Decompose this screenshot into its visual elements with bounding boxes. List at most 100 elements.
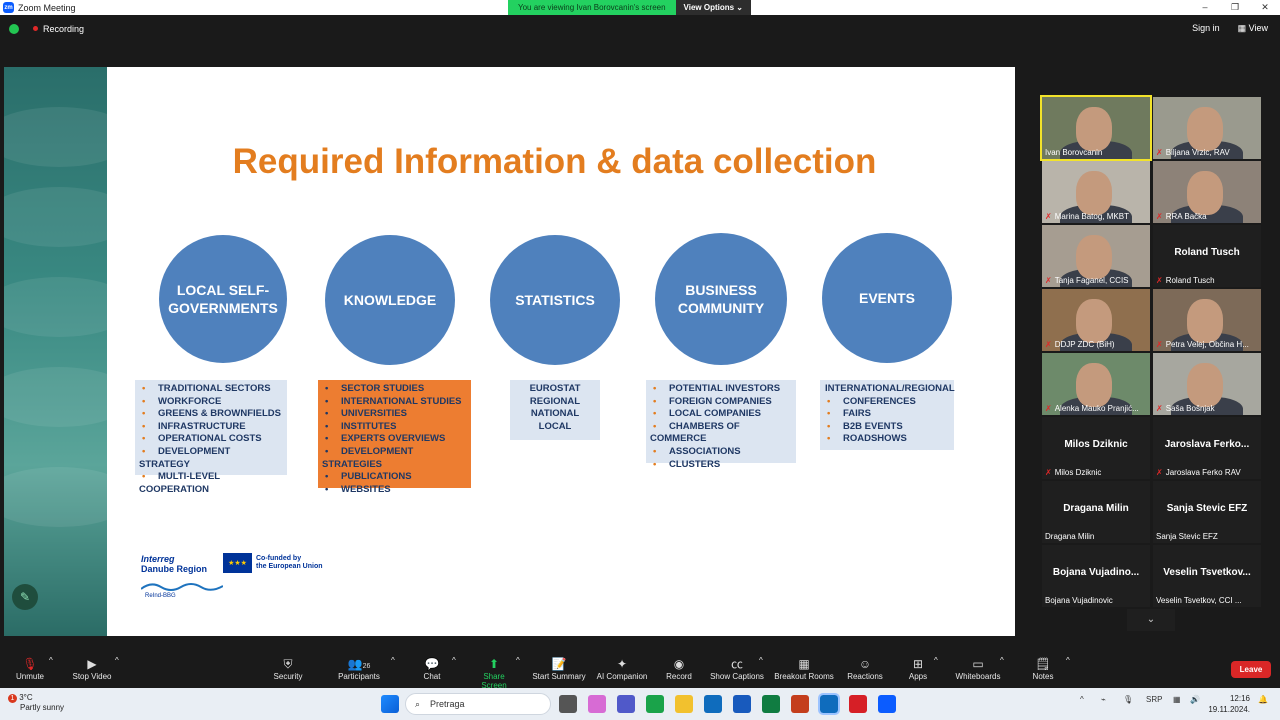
list-knowledge: SECTOR STUDIES INTERNATIONAL STUDIES UNI…	[318, 380, 471, 495]
notes-caret[interactable]: ^	[1066, 656, 1070, 665]
participant-name-text: Marina Batog, MKBT	[1054, 212, 1129, 221]
list-local-self-governments: TRADITIONAL SECTORS WORKFORCE GREENS & B…	[135, 380, 287, 495]
record-button[interactable]: ◉ Record	[664, 656, 694, 681]
participants-caret[interactable]: ^	[391, 656, 395, 665]
audio-options-caret[interactable]: ^	[49, 656, 53, 665]
participant-tile[interactable]: ✗ Tanja Faganel, CCIS	[1042, 225, 1150, 287]
eu-flag-icon: ★★★	[223, 553, 252, 573]
zoom-logo-icon: zm	[3, 2, 14, 13]
file-explorer-icon[interactable]	[675, 695, 693, 713]
volume-icon[interactable]: 🔊	[1190, 695, 1200, 704]
share-screen-icon: ⬆	[488, 657, 500, 671]
network-icon[interactable]: ⌁	[1101, 695, 1106, 704]
restore-button[interactable]: ❐	[1220, 0, 1250, 15]
edge-icon[interactable]	[646, 695, 664, 713]
stop-video-button[interactable]: ▶ Stop Video	[70, 656, 114, 681]
weather-widget[interactable]: 1 3°C Partly sunny	[8, 693, 64, 713]
start-summary-button[interactable]: 📝 Start Summary	[531, 656, 587, 681]
participants-button[interactable]: 👥26 Participants	[336, 656, 382, 681]
copilot-icon[interactable]	[588, 695, 606, 713]
task-view-icon[interactable]	[559, 695, 577, 713]
participant-name-text: Bojana Vujadinovic	[1045, 596, 1113, 605]
teams-icon[interactable]	[617, 695, 635, 713]
participant-tile[interactable]: ✗ Marina Batog, MKBT	[1042, 161, 1150, 223]
tray-chevron-icon[interactable]: ^	[1080, 695, 1084, 704]
mic-muted-icon: ✗	[1156, 148, 1163, 157]
share-caret[interactable]: ^	[516, 656, 520, 665]
chat-caret[interactable]: ^	[452, 656, 456, 665]
window-title: Zoom Meeting	[18, 2, 76, 13]
participant-tile[interactable]: Milos Dziknic ✗ Milos Dziknic	[1042, 417, 1150, 479]
reactions-button[interactable]: ☺ Reactions	[846, 656, 884, 681]
video-face	[1187, 171, 1223, 215]
notes-button[interactable]: 🗒 Notes	[1030, 656, 1056, 681]
zoom-taskbar-icon[interactable]	[878, 695, 896, 713]
share-screen-button[interactable]: ⬆ Share Screen	[470, 656, 518, 690]
show-captions-button[interactable]: ㏄ Show Captions	[710, 656, 764, 681]
powerpoint-icon[interactable]	[791, 695, 809, 713]
taskbar-search[interactable]: ⌕ Pretraga	[405, 693, 551, 715]
participant-tile[interactable]: ✗ Biljana Vrzic, RAV	[1153, 97, 1261, 159]
security-button[interactable]: ⛨ Security	[270, 656, 306, 681]
participant-tile[interactable]: ✗ RRA Bačka	[1153, 161, 1261, 223]
participant-tile[interactable]: ✗ DDJP ZDC (BiH)	[1042, 289, 1150, 351]
mic-muted-icon: ✗	[1156, 468, 1163, 477]
language-indicator[interactable]: SRP	[1146, 695, 1162, 704]
outlook-new-icon[interactable]	[818, 693, 840, 715]
apps-caret[interactable]: ^	[934, 656, 938, 665]
system-clock[interactable]: 12:16 19.11.2024.	[1208, 693, 1250, 715]
whiteboards-button[interactable]: ▭ Whiteboards	[954, 656, 1002, 681]
leave-button[interactable]: Leave	[1231, 661, 1271, 678]
weather-temp: 3°C	[19, 693, 33, 702]
video-options-caret[interactable]: ^	[115, 656, 119, 665]
view-menu-button[interactable]: ▦ View	[1238, 23, 1268, 34]
list-item: ROADSHOWS	[824, 433, 950, 446]
participant-name: Dragana Milin	[1045, 532, 1094, 541]
participant-name-text: Petra Velej, Občina H...	[1165, 340, 1249, 349]
participant-name-text: Ivan Borovcanin	[1045, 148, 1103, 157]
unmute-button[interactable]: 🎙 Unmute	[12, 656, 48, 681]
video-face	[1187, 363, 1223, 407]
outlook-icon[interactable]	[704, 695, 722, 713]
apps-button[interactable]: ⊞ Apps	[904, 656, 932, 681]
captions-caret[interactable]: ^	[759, 656, 763, 665]
recording-dot-icon	[33, 26, 38, 31]
mic-muted-icon: ✗	[1156, 276, 1163, 285]
mic-tray-icon[interactable]: 🎙	[1123, 695, 1133, 704]
participant-tile[interactable]: Dragana Milin Dragana Milin	[1042, 481, 1150, 543]
list-item: LOCAL COMPANIES	[650, 408, 792, 421]
excel-icon[interactable]	[762, 695, 780, 713]
participant-tile[interactable]: ✗ Saša Bošnjak	[1153, 353, 1261, 415]
list-item: INSTITUTES	[322, 421, 467, 434]
participant-display-name: Dragana Milin	[1063, 503, 1129, 514]
chat-button[interactable]: 💬 Chat	[418, 656, 446, 681]
acrobat-icon[interactable]	[849, 695, 867, 713]
whiteboards-caret[interactable]: ^	[1000, 656, 1004, 665]
breakout-rooms-button[interactable]: ▦ Breakout Rooms	[774, 656, 834, 681]
participant-tile[interactable]: Jaroslava Ferko... ✗ Jaroslava Ferko RAV	[1153, 417, 1261, 479]
video-face	[1076, 363, 1112, 407]
encryption-shield-icon[interactable]	[9, 23, 19, 34]
participant-tile[interactable]: Ivan Borovcanin	[1040, 95, 1152, 161]
participant-tile[interactable]: Roland Tusch ✗ Roland Tusch	[1153, 225, 1261, 287]
participant-name: Bojana Vujadinovic	[1045, 596, 1113, 605]
ai-companion-button[interactable]: ✦ AI Companion	[595, 656, 649, 681]
gallery-scroll-down-button[interactable]: ⌄	[1127, 609, 1175, 631]
close-button[interactable]: ✕	[1250, 0, 1280, 15]
notifications-icon[interactable]: 🔔	[1258, 695, 1268, 704]
windows-start-icon[interactable]	[381, 695, 399, 713]
list-item: EUROSTAT	[529, 383, 581, 394]
view-options-button[interactable]: View Options ⌄	[675, 0, 752, 15]
participant-tile[interactable]: Sanja Stevic EFZ Sanja Stevic EFZ	[1153, 481, 1261, 543]
participant-tile[interactable]: Bojana Vujadino... Bojana Vujadinovic	[1042, 545, 1150, 607]
annotate-pencil-icon[interactable]: ✎	[12, 584, 38, 610]
list-item: CONFERENCES	[824, 396, 950, 409]
word-icon[interactable]	[733, 695, 751, 713]
participant-tile[interactable]: ✗ Petra Velej, Občina H...	[1153, 289, 1261, 351]
wifi-icon[interactable]: ▦	[1173, 695, 1181, 704]
sign-in-link[interactable]: Sign in	[1192, 23, 1220, 34]
participant-tile[interactable]: Veselin Tsvetkov... Veselin Tsvetkov, CCI…	[1153, 545, 1261, 607]
participant-tile[interactable]: ✗ Alenka Mauko Pranjić...	[1042, 353, 1150, 415]
list-item: UNIVERSITIES	[322, 408, 467, 421]
minimize-button[interactable]: –	[1190, 0, 1220, 15]
